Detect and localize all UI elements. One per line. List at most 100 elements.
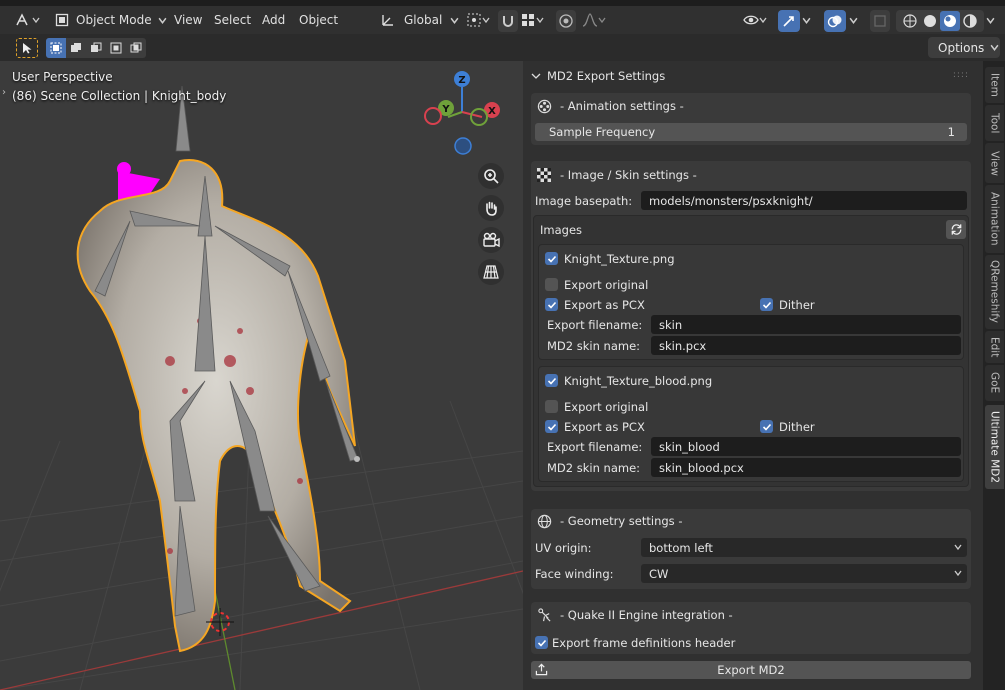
image-2-dither-checkbox[interactable] bbox=[760, 420, 773, 433]
uv-origin-dropdown[interactable]: bottom left bbox=[641, 538, 967, 557]
image-2-export-pcx-checkbox[interactable] bbox=[545, 420, 558, 433]
select-subtract-icon[interactable] bbox=[86, 38, 106, 58]
image-1-export-pcx-checkbox[interactable] bbox=[545, 298, 558, 311]
image-2-enabled-checkbox[interactable] bbox=[545, 374, 558, 387]
refresh-images-button[interactable] bbox=[946, 220, 966, 239]
snap-target-button[interactable] bbox=[520, 6, 544, 34]
image-2-export-original-checkbox[interactable] bbox=[545, 400, 558, 413]
geometry-settings-label: - Geometry settings - bbox=[560, 514, 683, 528]
gizmo-y-label: Y bbox=[441, 104, 450, 115]
image-skin-settings-title: - Image / Skin settings - bbox=[537, 164, 697, 186]
select-intersect-icon[interactable] bbox=[126, 38, 146, 58]
options-dropdown[interactable]: Options bbox=[928, 37, 1000, 58]
image-basepath-field[interactable]: models/monsters/psxknight/ bbox=[641, 191, 967, 210]
overlay-dropdown[interactable] bbox=[849, 6, 858, 34]
magnet-icon bbox=[503, 16, 513, 27]
tab-view[interactable]: View bbox=[985, 143, 1004, 183]
pivot-point-button[interactable] bbox=[466, 6, 490, 34]
image-1-export-original-checkbox[interactable] bbox=[545, 278, 558, 291]
shading-mode-group bbox=[896, 10, 984, 32]
tab-ultimate-md2[interactable]: Ultimate MD2 bbox=[985, 405, 1004, 489]
image-1-export-pcx-label: Export as PCX bbox=[564, 297, 645, 312]
tab-goe[interactable]: GoE bbox=[985, 365, 1004, 401]
gizmo-dropdown[interactable] bbox=[802, 6, 811, 34]
overlay-icon bbox=[827, 15, 842, 28]
image-1-skin-name-field[interactable]: skin.pcx bbox=[651, 336, 961, 355]
geometry-settings-title: - Geometry settings - bbox=[537, 510, 682, 532]
image-1-name: Knight_Texture.png bbox=[564, 251, 675, 266]
panel-header[interactable]: MD2 Export Settings :::: bbox=[529, 65, 977, 87]
chevron-down-icon bbox=[531, 73, 541, 79]
face-winding-dropdown[interactable]: CW bbox=[641, 564, 967, 583]
rendered-shading-icon[interactable] bbox=[962, 13, 978, 29]
image-2-skin-name-field[interactable]: skin_blood.pcx bbox=[651, 458, 961, 477]
select-extend-icon[interactable] bbox=[66, 38, 86, 58]
menu-add[interactable]: Add bbox=[262, 6, 285, 34]
images-label: Images bbox=[540, 222, 583, 237]
hand-icon bbox=[486, 201, 497, 216]
shading-dropdown[interactable] bbox=[986, 6, 995, 34]
chevron-down-icon bbox=[986, 17, 995, 24]
image-2-export-pcx-label: Export as PCX bbox=[564, 419, 645, 434]
xray-icon bbox=[874, 15, 886, 27]
image-1-filename-field[interactable]: skin bbox=[651, 315, 961, 334]
wireframe-shading-icon[interactable] bbox=[902, 13, 918, 29]
tab-animation-label: Animation bbox=[988, 192, 1001, 246]
tab-goe-label: GoE bbox=[988, 372, 1001, 394]
snap-toggle[interactable] bbox=[498, 10, 518, 32]
overlay-toggle[interactable] bbox=[824, 10, 846, 32]
falloff-button[interactable] bbox=[582, 6, 606, 34]
visibility-button[interactable] bbox=[743, 6, 767, 34]
image-1-enabled-checkbox[interactable] bbox=[545, 252, 558, 265]
menu-select[interactable]: Select bbox=[214, 6, 251, 34]
drag-handle-icon[interactable]: :::: bbox=[953, 70, 969, 80]
mode-selector[interactable]: Object Mode bbox=[54, 6, 167, 34]
tab-qremeshify[interactable]: QRemeshify bbox=[985, 255, 1004, 329]
zoom-button[interactable] bbox=[478, 163, 504, 189]
image-basepath-label: Image basepath: bbox=[535, 193, 633, 208]
tab-item[interactable]: Item bbox=[985, 67, 1004, 103]
quake-integration-label: - Quake II Engine integration - bbox=[560, 608, 733, 622]
material-preview-shading-icon[interactable] bbox=[940, 11, 960, 31]
gizmo-neg-x-axis[interactable] bbox=[424, 107, 442, 125]
select-invert-icon[interactable] bbox=[106, 38, 126, 58]
gizmo-toggle[interactable] bbox=[778, 10, 800, 32]
perspective-toggle-button[interactable] bbox=[478, 259, 504, 285]
editor-type-button[interactable] bbox=[14, 6, 40, 34]
tab-tool[interactable]: Tool bbox=[985, 105, 1004, 141]
quake-integration-title: - Quake II Engine integration - bbox=[537, 604, 733, 626]
tab-tool-label: Tool bbox=[988, 112, 1001, 134]
menu-object[interactable]: Object bbox=[299, 6, 338, 34]
xray-toggle[interactable] bbox=[870, 10, 890, 32]
tab-view-label: View bbox=[988, 150, 1001, 176]
sample-frequency-label: Sample Frequency bbox=[549, 125, 656, 139]
tool-settings-bar: Options bbox=[0, 34, 1005, 61]
falloff-curve-icon bbox=[582, 13, 598, 27]
image-1-dither-checkbox[interactable] bbox=[760, 298, 773, 311]
camera-view-button[interactable] bbox=[478, 227, 504, 253]
bone-tip bbox=[354, 456, 360, 462]
sample-frequency-slider[interactable]: Sample Frequency 1 bbox=[535, 123, 967, 141]
chevron-down-icon bbox=[158, 17, 167, 24]
pan-button[interactable] bbox=[478, 195, 504, 221]
tab-item-label: Item bbox=[988, 73, 1001, 97]
chevron-right-icon[interactable]: › bbox=[2, 87, 6, 98]
proportional-edit-toggle[interactable] bbox=[556, 10, 576, 32]
solid-shading-icon[interactable] bbox=[922, 13, 938, 29]
select-new-icon[interactable] bbox=[46, 38, 66, 58]
tab-edit[interactable]: Edit bbox=[985, 331, 1004, 363]
transform-orientation-selector[interactable]: Global bbox=[380, 6, 459, 34]
export-header-checkbox[interactable] bbox=[535, 636, 548, 649]
image-2-export-original-label: Export original bbox=[564, 399, 649, 414]
tab-animation[interactable]: Animation bbox=[985, 185, 1004, 253]
gizmo-neg-z-axis[interactable] bbox=[454, 137, 472, 155]
3d-viewport[interactable]: User Perspective (86) Scene Collection |… bbox=[0, 61, 523, 690]
image-1-export-original-label: Export original bbox=[564, 277, 649, 292]
menu-view[interactable]: View bbox=[174, 6, 202, 34]
refresh-icon bbox=[951, 224, 961, 235]
image-2-filename-field[interactable]: skin_blood bbox=[651, 437, 961, 456]
image-1-skin-name-label: MD2 skin name: bbox=[547, 338, 641, 353]
select-tool-button[interactable] bbox=[16, 38, 38, 58]
export-md2-button[interactable]: Export MD2 bbox=[531, 661, 971, 679]
navigation-gizmo[interactable]: Z X Y bbox=[418, 69, 508, 159]
